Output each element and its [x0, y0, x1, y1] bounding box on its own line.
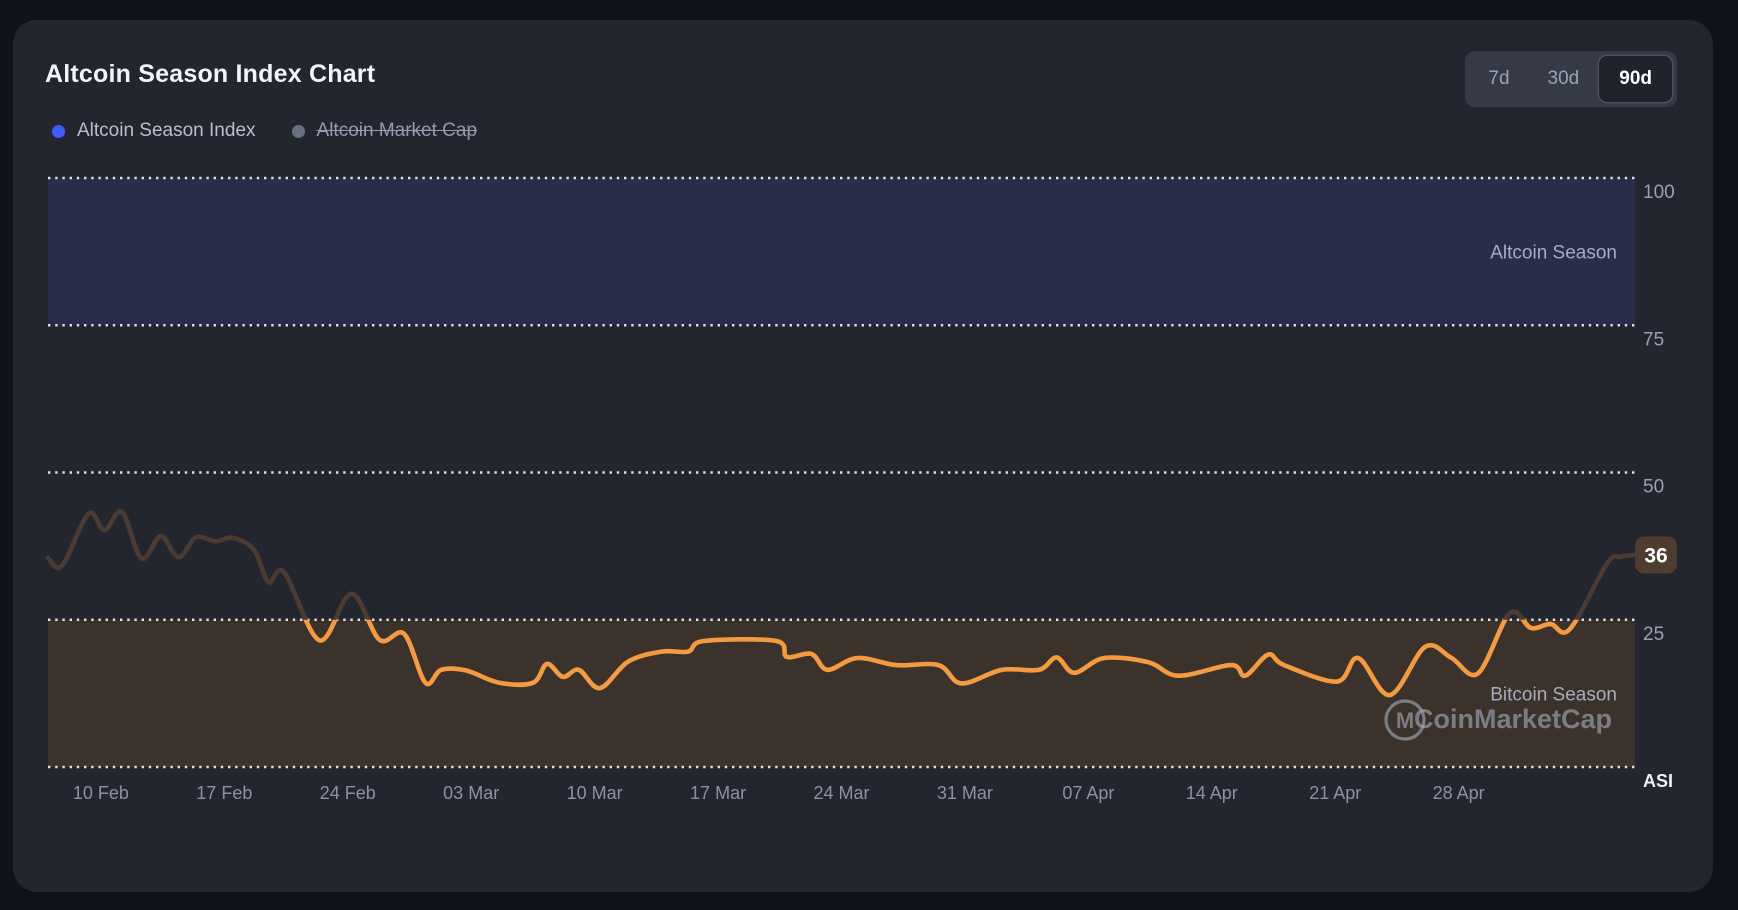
x-tick-label: 17 Mar: [690, 783, 746, 803]
y-tick-label: 50: [1643, 477, 1664, 498]
x-tick-label: 28 Apr: [1433, 783, 1485, 803]
x-tick-label: 17 Feb: [196, 783, 252, 803]
x-tick-label: 21 Apr: [1309, 783, 1361, 803]
x-tick-label: 07 Apr: [1062, 783, 1114, 803]
asi-axis-label: ASI: [1643, 771, 1673, 791]
x-tick-label: 31 Mar: [937, 783, 993, 803]
x-tick-label: 10 Mar: [567, 783, 623, 803]
asi-chart-plot[interactable]: Altcoin Season M CoinMarketCapBitcoin Seas…: [13, 20, 1713, 892]
last-value-badge-text: 36: [1644, 544, 1667, 567]
coinmarketcap-logo-m: M: [1396, 708, 1414, 733]
band-label-bitcoin-season: Bitcoin Season: [1490, 684, 1617, 705]
altcoin-season-index-card: Altcoin Season Index Chart 7d 30d 90d Al…: [13, 20, 1713, 892]
x-tick-label: 03 Mar: [443, 783, 499, 803]
x-tick-label: 24 Mar: [813, 783, 869, 803]
y-tick-label: 25: [1643, 624, 1664, 645]
x-tick-label: 14 Apr: [1186, 783, 1238, 803]
band-altcoin-season: [48, 178, 1635, 326]
y-tick-label: 75: [1643, 329, 1664, 350]
band-bitcoin-season: [48, 619, 1635, 767]
watermark-text: CoinMarketCap: [1414, 704, 1612, 734]
band-label-altcoin-season: Altcoin Season: [1490, 243, 1617, 264]
x-tick-label: 10 Feb: [73, 783, 129, 803]
y-tick-label: 100: [1643, 182, 1675, 203]
x-tick-label: 24 Feb: [320, 783, 376, 803]
